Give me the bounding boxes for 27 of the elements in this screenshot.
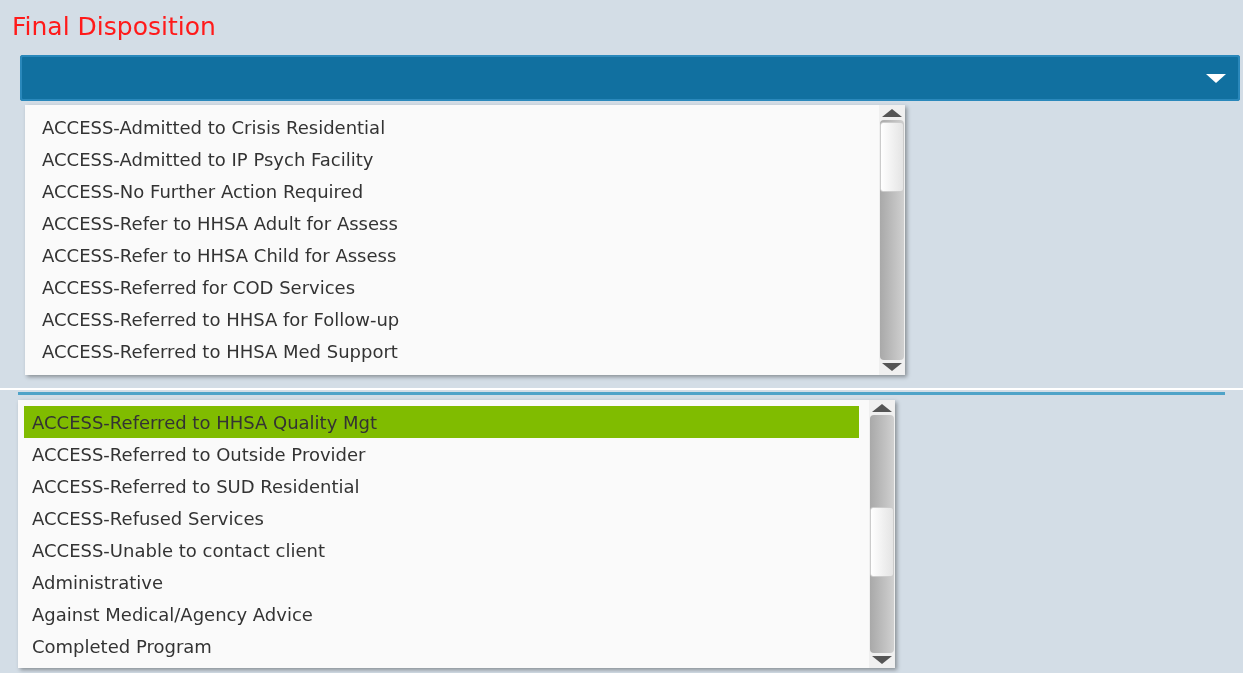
scrollbar-thumb[interactable]: [870, 507, 894, 577]
scroll-up-icon[interactable]: [872, 404, 892, 412]
list-option[interactable]: Completed Program: [24, 630, 859, 662]
caret-icon: [1206, 73, 1226, 83]
list-option[interactable]: ACCESS-Referred to HHSA Med Support: [31, 335, 873, 367]
list-option[interactable]: ACCESS-Admitted to Crisis Residential: [31, 111, 873, 143]
dropdown-field[interactable]: [20, 55, 1240, 101]
scroll-down-icon[interactable]: [872, 656, 892, 664]
list-option[interactable]: ACCESS-Referred to HHSA Quality Mgt: [24, 406, 859, 438]
list-option[interactable]: Against Medical/Agency Advice: [24, 598, 859, 630]
list-option[interactable]: ACCESS-Refer to HHSA Adult for Assess: [31, 207, 873, 239]
list-option[interactable]: ACCESS-No Further Action Required: [31, 175, 873, 207]
list-option[interactable]: ACCESS-Referred for COD Services: [31, 271, 873, 303]
scroll-down-icon[interactable]: [882, 363, 902, 371]
scrollbar[interactable]: [879, 105, 905, 375]
list-option[interactable]: ACCESS-Admitted to IP Psych Facility: [31, 143, 873, 175]
list-option[interactable]: ACCESS-Referred to Outside Provider: [24, 438, 859, 470]
scrollbar-thumb[interactable]: [880, 122, 904, 192]
list-option[interactable]: ACCESS-Refer to HHSA Child for Assess: [31, 239, 873, 271]
list-option[interactable]: ACCESS-Refused Services: [24, 502, 859, 534]
scroll-up-icon[interactable]: [882, 109, 902, 117]
scrollbar[interactable]: [869, 400, 895, 668]
list-option[interactable]: ACCESS-Referred to SUD Residential: [24, 470, 859, 502]
list-option[interactable]: ACCESS-Referred to HHSA for Follow-up: [31, 303, 873, 335]
list-option[interactable]: ACCESS-Unable to contact client: [24, 534, 859, 566]
field-label: Final Disposition: [12, 14, 216, 39]
list-option[interactable]: Administrative: [24, 566, 859, 598]
